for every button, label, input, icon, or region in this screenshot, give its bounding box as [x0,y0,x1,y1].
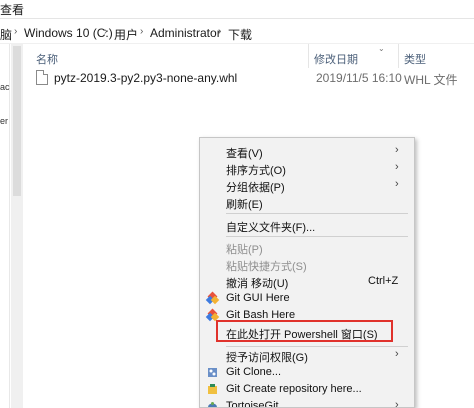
menu-item-undo-move[interactable]: 撤消 移动(U) Ctrl+Z [200,273,414,290]
column-header-row: 名称 ⌄ 修改日期 类型 [28,44,474,68]
menu-item-paste-shortcut[interactable]: 粘贴快捷方式(S) [200,256,414,273]
chevron-right-icon: › [395,348,399,360]
git-icon [205,291,220,305]
menu-item-git-gui[interactable]: Git GUI Here [200,290,414,307]
column-header-type[interactable]: 类型 [404,51,426,67]
chevron-right-icon[interactable]: › [218,26,221,37]
nav-item-fragment[interactable]: ac [0,82,10,92]
column-header-date[interactable]: 修改日期 [314,51,358,67]
chevron-right-icon[interactable]: › [140,26,143,37]
ribbon-divider [0,18,474,19]
highlight-box [216,320,393,342]
file-name[interactable]: pytz-2019.3-py2.py3-none-any.whl [54,71,237,85]
nav-item-fragment[interactable]: er [0,116,8,126]
chevron-right-icon: › [395,178,399,190]
file-icon [36,70,48,85]
breadcrumb-drive[interactable]: Windows 10 (C:) [24,26,113,40]
address-bar[interactable]: 脑 › Windows 10 (C:) › 用户 › Administrator… [0,22,474,44]
chevron-right-icon[interactable]: › [14,26,17,37]
file-date: 2019/11/5 16:10 [316,71,402,85]
menu-separator [226,236,408,237]
git-repo-icon [208,384,217,394]
breadcrumb-users[interactable]: 用户 [114,26,138,43]
menu-item-git-create-repo[interactable]: Git Create repository here... [200,381,414,398]
file-row[interactable]: pytz-2019.3-py2.py3-none-any.whl 2019/11… [32,68,474,88]
sort-chevron-icon: ⌄ [378,44,385,53]
file-type: WHL 文件 [404,73,458,87]
context-menu: 查看(V) › 排序方式(O) › 分组依据(P) › 刷新(E) 自定义文件夹… [199,137,415,408]
chevron-right-icon: › [395,161,399,173]
menu-item-paste[interactable]: 粘贴(P) [200,239,414,256]
tortoisegit-icon [208,402,217,407]
column-divider[interactable] [398,44,399,68]
menu-item-view[interactable]: 查看(V) › [200,143,414,160]
menu-item-refresh[interactable]: 刷新(E) [200,194,414,211]
scrollbar-thumb[interactable] [13,46,21,196]
chevron-right-icon[interactable]: › [104,26,107,37]
menu-item-sort[interactable]: 排序方式(O) › [200,160,414,177]
navigation-scrollbar[interactable] [11,44,23,408]
menu-item-group[interactable]: 分组依据(P) › [200,177,414,194]
chevron-right-icon: › [395,144,399,156]
git-clone-icon [208,368,217,377]
chevron-right-icon: › [395,399,399,408]
menu-item-customize-folder[interactable]: 自定义文件夹(F)... [200,217,414,234]
shortcut-hint: Ctrl+Z [368,275,399,287]
ribbon-tab-bar: 查看 [0,0,474,18]
menu-item-git-clone[interactable]: Git Clone... [200,364,414,381]
column-divider[interactable] [308,44,309,68]
column-header-name[interactable]: 名称 [36,51,58,67]
navigation-pane[interactable]: ac er [0,44,10,408]
breadcrumb-this-pc[interactable]: 脑 [0,26,12,43]
ribbon-tab-view[interactable]: 查看 [0,1,24,18]
menu-separator [226,213,408,214]
breadcrumb-administrator[interactable]: Administrator [150,26,221,40]
menu-item-give-access[interactable]: 授予访问权限(G) › [200,347,414,364]
breadcrumb-downloads[interactable]: 下载 [228,26,252,43]
menu-item-tortoisegit[interactable]: TortoiseGit › [200,398,414,408]
